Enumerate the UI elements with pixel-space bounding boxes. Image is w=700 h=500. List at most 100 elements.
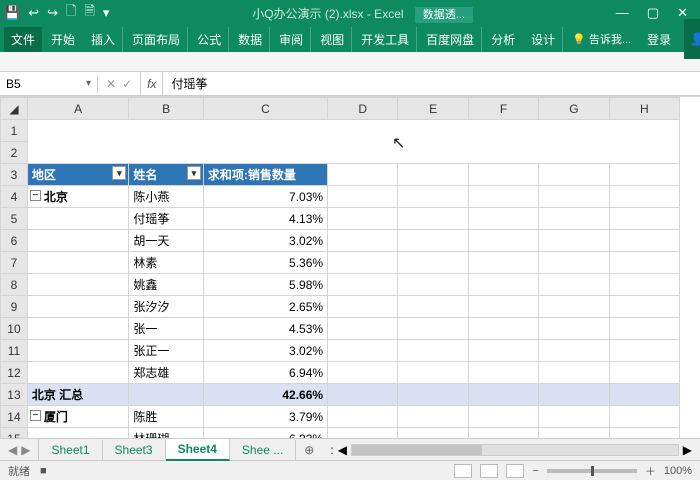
row-header[interactable]: 2 xyxy=(1,142,28,164)
tab-baidu[interactable]: 百度网盘 xyxy=(419,27,482,52)
tab-analyze[interactable]: 分析 xyxy=(484,27,522,52)
subtotal-value[interactable]: 42.66% xyxy=(203,384,327,406)
filter-icon[interactable]: ▾ xyxy=(112,166,126,180)
tab-layout[interactable]: 页面布局 xyxy=(125,27,188,52)
cell[interactable]: 5.98% xyxy=(203,274,327,296)
tab-home[interactable]: 开始 xyxy=(44,27,82,52)
cell[interactable]: 7.03% xyxy=(203,186,327,208)
cell[interactable]: 张正一 xyxy=(129,340,204,362)
zoom-in-icon[interactable]: ＋ xyxy=(645,463,656,479)
chevron-down-icon[interactable]: ▾ xyxy=(86,78,91,89)
tab-review[interactable]: 审阅 xyxy=(272,27,311,52)
minimize-icon[interactable]: — xyxy=(616,5,629,21)
collapse-icon[interactable]: − xyxy=(30,190,41,201)
row-header[interactable]: 13 xyxy=(1,384,28,406)
tab-view[interactable]: 视图 xyxy=(313,27,352,52)
zoom-out-icon[interactable]: − xyxy=(532,465,538,477)
save-icon[interactable]: 💾 xyxy=(4,5,20,21)
pivot-header-region[interactable]: 地区▾ xyxy=(27,164,128,186)
cell[interactable]: 胡一天 xyxy=(129,230,204,252)
col-header[interactable]: A xyxy=(27,98,128,120)
formula-bar[interactable]: 付瑶筝 xyxy=(163,73,700,94)
login-button[interactable]: 登录 xyxy=(640,27,678,52)
col-header[interactable]: G xyxy=(539,98,609,120)
tab-developer[interactable]: 开发工具 xyxy=(354,27,417,52)
spreadsheet-grid[interactable]: ↖ ◢ A B C D E F G H 1 2 3 地区▾ 姓名▾ 求和项:销售… xyxy=(0,96,700,438)
cell[interactable]: 3.79% xyxy=(203,406,327,428)
view-layout-icon[interactable] xyxy=(480,464,498,478)
subtotal-label[interactable]: 北京 汇总 xyxy=(27,384,128,406)
row-header[interactable]: 11 xyxy=(1,340,28,362)
enter-icon[interactable]: ✓ xyxy=(122,77,132,91)
cell[interactable]: 林素 xyxy=(129,252,204,274)
tell-me[interactable]: 💡告诉我... xyxy=(565,27,638,51)
row-header[interactable]: 1 xyxy=(1,120,28,142)
cell[interactable]: 2.65% xyxy=(203,296,327,318)
filter-icon[interactable]: ▾ xyxy=(187,166,201,180)
sheet-tab[interactable]: Sheet1 xyxy=(39,440,102,460)
print-icon[interactable]: 🗎 xyxy=(84,2,94,24)
scroll-left-icon[interactable]: ◀ xyxy=(338,443,347,457)
pivot-region-beijing[interactable]: −北京 xyxy=(27,186,128,208)
share-button[interactable]: 👤共享 xyxy=(684,19,700,59)
cell[interactable]: 4.53% xyxy=(203,318,327,340)
col-header[interactable]: F xyxy=(468,98,538,120)
tab-insert[interactable]: 插入 xyxy=(84,27,123,52)
col-header[interactable]: D xyxy=(328,98,398,120)
row-header[interactable]: 8 xyxy=(1,274,28,296)
redo-icon[interactable]: ↪ xyxy=(47,5,58,21)
sheet-tab-active[interactable]: Sheet4 xyxy=(166,439,230,461)
cell[interactable]: 付瑶筝 xyxy=(129,208,204,230)
scroll-thumb[interactable] xyxy=(352,445,482,455)
pivot-region-xiamen[interactable]: −厦门 xyxy=(27,406,128,428)
new-icon[interactable]: 🗋 xyxy=(66,2,76,24)
select-all-corner[interactable]: ◢ xyxy=(1,98,28,120)
pivot-header-name[interactable]: 姓名▾ xyxy=(129,164,204,186)
col-header[interactable]: C xyxy=(203,98,327,120)
sheet-nav-prev-icon[interactable]: ◀ xyxy=(8,443,17,457)
zoom-level[interactable]: 100% xyxy=(664,465,692,477)
col-header[interactable]: H xyxy=(609,98,679,120)
row-header[interactable]: 7 xyxy=(1,252,28,274)
row-header[interactable]: 5 xyxy=(1,208,28,230)
cell[interactable]: 张汐汐 xyxy=(129,296,204,318)
row-header[interactable]: 12 xyxy=(1,362,28,384)
tab-formula[interactable]: 公式 xyxy=(190,27,229,52)
scroll-right-icon[interactable]: ▶ xyxy=(683,443,692,457)
row-header[interactable]: 10 xyxy=(1,318,28,340)
fx-icon[interactable]: fx xyxy=(141,72,163,95)
add-sheet-icon[interactable]: ⊕ xyxy=(296,443,322,457)
row-header[interactable]: 6 xyxy=(1,230,28,252)
cancel-icon[interactable]: ✕ xyxy=(106,77,116,91)
row-header[interactable]: 15 xyxy=(1,428,28,439)
name-box[interactable]: B5▾ xyxy=(0,75,98,93)
cell[interactable]: 张一 xyxy=(129,318,204,340)
cell[interactable]: 3.02% xyxy=(203,340,327,362)
sheet-nav-next-icon[interactable]: ▶ xyxy=(21,443,30,457)
collapse-icon[interactable]: − xyxy=(30,410,41,421)
row-header[interactable]: 3 xyxy=(1,164,28,186)
cell[interactable]: 林珊瑚 xyxy=(129,428,204,439)
row-header[interactable]: 14 xyxy=(1,406,28,428)
cell[interactable]: 陈小燕 xyxy=(129,186,204,208)
tab-file[interactable]: 文件 xyxy=(4,27,42,52)
tab-design[interactable]: 设计 xyxy=(524,27,563,52)
col-header[interactable]: B xyxy=(129,98,204,120)
col-header[interactable]: E xyxy=(398,98,468,120)
view-pagebreak-icon[interactable] xyxy=(506,464,524,478)
cell[interactable]: 6.22% xyxy=(203,428,327,439)
cell[interactable]: 6.94% xyxy=(203,362,327,384)
cell[interactable]: 姚鑫 xyxy=(129,274,204,296)
pivot-header-value[interactable]: 求和项:销售数量 xyxy=(203,164,327,186)
cell[interactable]: 郑志雄 xyxy=(129,362,204,384)
cell[interactable]: 3.02% xyxy=(203,230,327,252)
cell[interactable]: 5.36% xyxy=(203,252,327,274)
undo-icon[interactable]: ↩ xyxy=(28,5,39,21)
tab-data[interactable]: 数据 xyxy=(231,27,270,52)
cell[interactable]: 4.13% xyxy=(203,208,327,230)
view-normal-icon[interactable] xyxy=(454,464,472,478)
macro-record-icon[interactable]: ■ xyxy=(40,465,47,477)
row-header[interactable]: 9 xyxy=(1,296,28,318)
row-header[interactable]: 4 xyxy=(1,186,28,208)
sheet-tab[interactable]: Shee ... xyxy=(230,440,296,460)
